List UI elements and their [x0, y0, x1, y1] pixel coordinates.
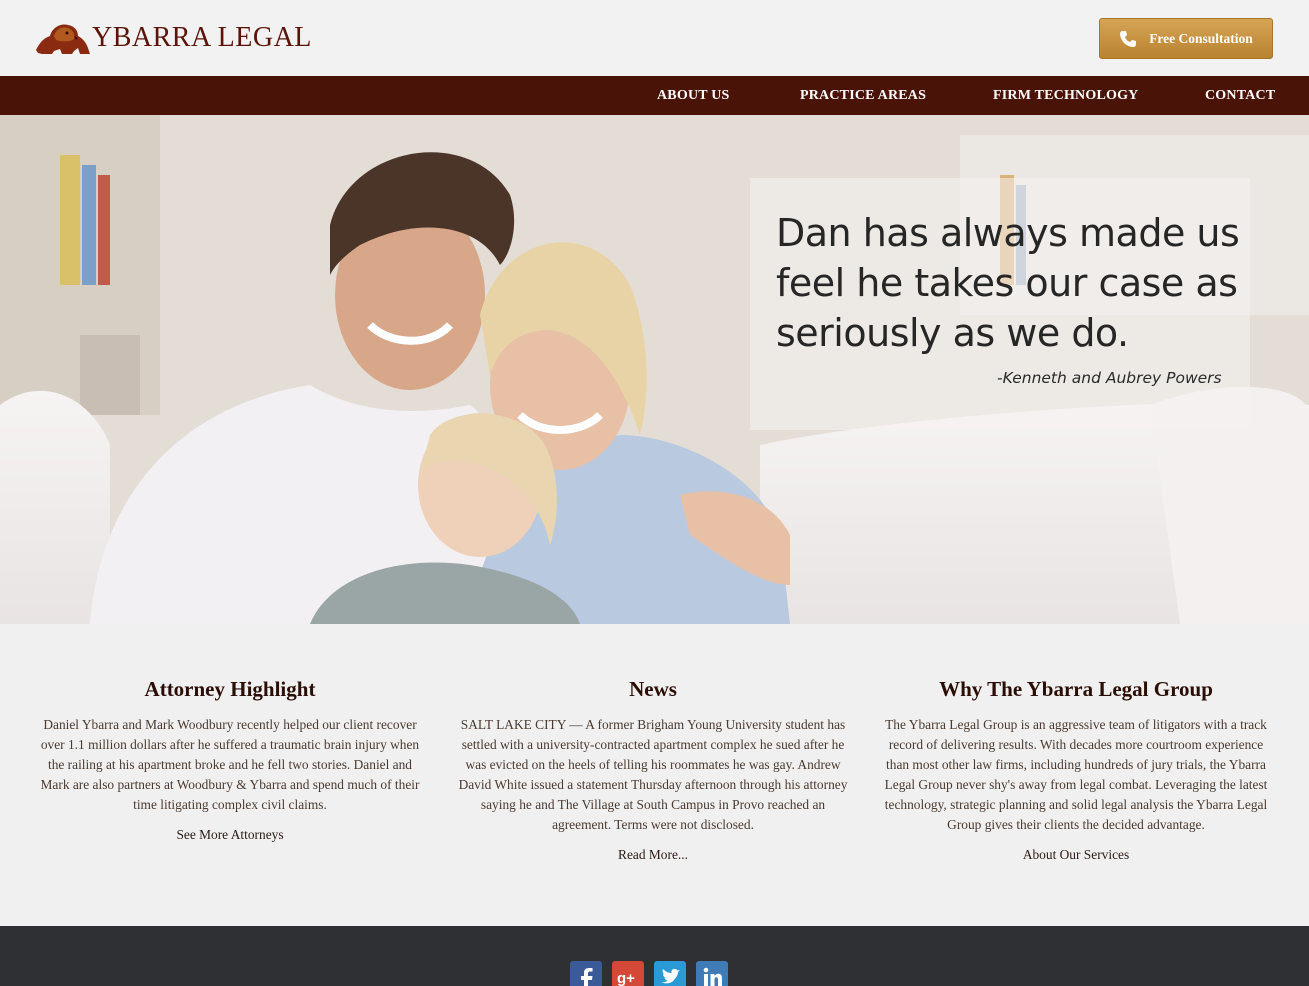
free-consultation-button[interactable]: Free Consultation	[1099, 18, 1273, 59]
nav-item-contact[interactable]: CONTACT	[1205, 76, 1275, 115]
twitter-icon[interactable]	[654, 961, 686, 986]
lion-logo-icon	[36, 24, 90, 54]
linkedin-icon[interactable]	[696, 961, 728, 986]
brand-name: YBARRA LEGAL	[92, 22, 312, 53]
phone-icon	[1120, 30, 1137, 47]
section-title: Why The Ybarra Legal Group	[939, 677, 1213, 701]
section-title: Attorney Highlight	[144, 677, 316, 701]
about-our-services-link[interactable]: About Our Services	[1023, 847, 1129, 863]
nav-item-practice-areas[interactable]: PRACTICE AREAS	[800, 76, 926, 115]
site-logo[interactable]: YBARRA LEGAL	[34, 18, 312, 58]
testimonial-author: -Kenneth and Aubrey Powers	[997, 369, 1222, 387]
see-more-attorneys-link[interactable]: See More Attorneys	[176, 827, 283, 843]
main-nav: ABOUT US PRACTICE AREAS FIRM TECHNOLOGY …	[0, 76, 1309, 115]
section-title: News	[629, 677, 677, 701]
section-body: The Ybarra Legal Group is an aggressive …	[884, 717, 1268, 832]
free-consultation-label: Free Consultation	[1149, 30, 1253, 46]
site-header: YBARRA LEGAL Free Consultation	[0, 0, 1309, 76]
svg-text:g+: g+	[617, 970, 635, 986]
why-ybarra-section: Why The Ybarra Legal Group The Ybarra Le…	[881, 676, 1271, 864]
nav-item-firm-technology[interactable]: FIRM TECHNOLOGY	[993, 76, 1138, 115]
google-plus-icon[interactable]: g+	[612, 961, 644, 986]
read-more-link[interactable]: Read More...	[618, 847, 688, 863]
attorney-highlight-section: Attorney Highlight Daniel Ybarra and Mar…	[35, 676, 425, 844]
facebook-icon[interactable]	[570, 961, 602, 986]
section-body: Daniel Ybarra and Mark Woodbury recently…	[40, 717, 420, 812]
testimonial-quote: Dan has always made us feel he takes our…	[776, 211, 1240, 355]
section-body: SALT LAKE CITY — A former Brigham Young …	[458, 717, 848, 832]
nav-item-about-us[interactable]: ABOUT US	[657, 76, 730, 115]
hero-banner: Dan has always made us feel he takes our…	[0, 115, 1309, 624]
news-section: News SALT LAKE CITY — A former Brigham Y…	[458, 676, 848, 864]
